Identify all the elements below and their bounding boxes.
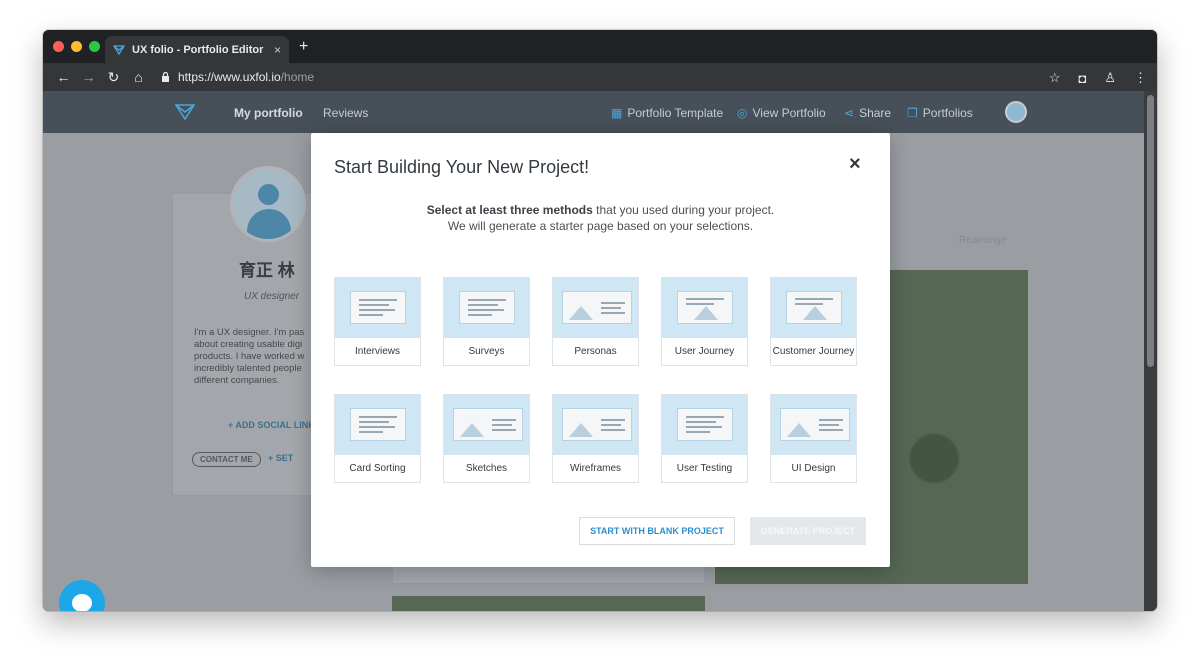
method-card-surveys[interactable]: Surveys [443, 277, 530, 366]
rearrange-button[interactable]: Rearrange [959, 235, 1006, 246]
method-thumbnail [553, 278, 638, 338]
nav-reviews[interactable]: Reviews [323, 106, 368, 120]
profile-role: UX designer [244, 291, 300, 302]
uxfolio-favicon-icon [113, 44, 125, 55]
reload-icon[interactable]: ↻ [101, 69, 126, 86]
page-content: My portfolio Reviews ▦ Portfolio Template… [43, 91, 1144, 611]
address-bar: ← → ↻ ⌂ https://www.uxfol.io/home ☆ ◘ ♙ … [43, 63, 1157, 91]
chat-button[interactable] [59, 580, 105, 611]
method-thumbnail [662, 395, 747, 455]
method-label: Customer Journey [772, 346, 855, 357]
site-navbar: My portfolio Reviews ▦ Portfolio Template… [43, 91, 1144, 133]
nav-my-portfolio[interactable]: My portfolio [234, 106, 303, 120]
method-thumbnail [335, 278, 420, 338]
nav-portfolio-template[interactable]: ▦ Portfolio Template [611, 106, 723, 120]
url-host: https://www.uxfol.io [178, 70, 281, 84]
profile-picture[interactable] [230, 166, 306, 242]
add-social-link-button[interactable]: + ADD SOCIAL LINK [228, 420, 315, 430]
modal-subtitle: Select at least three methods that you u… [311, 202, 890, 234]
method-thumbnail [444, 278, 529, 338]
page-scrollbar[interactable] [1144, 91, 1157, 611]
chat-bubble-icon [72, 594, 92, 611]
method-thumbnail [444, 395, 529, 455]
subtitle-line2: We will generate a starter page based on… [447, 219, 754, 233]
generate-project-button[interactable]: GENERATE PROJECT [750, 517, 866, 545]
tab-title: UX folio - Portfolio Editor [132, 43, 264, 56]
method-card-card-sorting[interactable]: Card Sorting [334, 394, 421, 483]
toolbar-icons: ☆ ◘ ♙ ⋮ [1049, 70, 1147, 86]
method-label: User Journey [674, 346, 735, 357]
method-thumbnail [771, 278, 856, 338]
method-label: Surveys [468, 346, 505, 357]
browser-tab[interactable]: UX folio - Portfolio Editor × [105, 36, 289, 63]
bookmark-star-icon[interactable]: ☆ [1049, 70, 1061, 86]
method-card-user-testing[interactable]: User Testing [661, 394, 748, 483]
eye-icon: ◎ [737, 106, 748, 120]
tab-bar: UX folio - Portfolio Editor × + [43, 30, 1157, 63]
method-card-wireframes[interactable]: Wireframes [552, 394, 639, 483]
method-label: UI Design [791, 463, 836, 474]
back-arrow-icon[interactable]: ← [51, 69, 76, 85]
methods-grid: Interviews Surveys Personas User Journey… [334, 277, 857, 483]
nav-share-label: Share [859, 106, 892, 120]
method-card-interviews[interactable]: Interviews [334, 277, 421, 366]
lock-icon [162, 72, 169, 82]
menu-icon[interactable]: ⋮ [1134, 70, 1147, 86]
method-thumbnail [662, 278, 747, 338]
method-thumbnail [771, 395, 856, 455]
nav-portfolios[interactable]: ❐ Portfolios [907, 106, 973, 120]
close-window-button[interactable] [53, 41, 64, 52]
browser-window: UX folio - Portfolio Editor × + ← → ↻ ⌂ … [43, 30, 1157, 611]
subtitle-bold: Select at least three methods [426, 203, 593, 217]
subtitle-rest: that you used during your project. [592, 203, 775, 217]
method-label: Personas [574, 346, 617, 357]
project-cover-image-2 [392, 596, 705, 611]
method-label: Card Sorting [349, 463, 406, 474]
new-tab-button[interactable]: + [299, 39, 308, 55]
contact-me-button[interactable]: CONTACT ME [192, 452, 261, 467]
nav-view-portfolio[interactable]: ◎ View Portfolio [737, 106, 826, 120]
method-label: Interviews [354, 346, 400, 357]
url-field[interactable]: https://www.uxfol.io/home [161, 70, 314, 84]
profile-bio: I'm a UX designer. I'm pas about creatin… [194, 327, 305, 386]
home-icon[interactable]: ⌂ [126, 69, 151, 85]
method-card-personas[interactable]: Personas [552, 277, 639, 366]
user-avatar[interactable] [1005, 101, 1027, 123]
method-label: User Testing [676, 463, 733, 474]
url-path: /home [280, 70, 315, 84]
nav-portfolios-label: Portfolios [922, 106, 973, 120]
method-label: Sketches [465, 463, 508, 474]
nav-buttons: ← → ↻ ⌂ [51, 69, 151, 86]
close-icon[interactable]: × [849, 153, 861, 176]
uxfolio-logo-icon[interactable] [175, 102, 195, 122]
profile-name: 育正 林 [239, 261, 295, 280]
minimize-window-button[interactable] [71, 41, 82, 52]
extension-icon[interactable]: ♙ [1104, 70, 1116, 86]
method-card-sketches[interactable]: Sketches [443, 394, 530, 483]
share-icon: ⋖ [844, 106, 855, 120]
tab-close-icon[interactable]: × [274, 43, 281, 57]
nav-view-portfolio-label: View Portfolio [752, 106, 826, 120]
nav-portfolio-template-label: Portfolio Template [627, 106, 724, 120]
set-button[interactable]: + SET [268, 453, 293, 463]
maximize-window-button[interactable] [89, 41, 100, 52]
window-controls [53, 41, 100, 52]
forward-arrow-icon[interactable]: → [76, 69, 101, 85]
template-icon: ▦ [611, 106, 623, 120]
new-project-modal: Start Building Your New Project! × Selec… [311, 133, 890, 567]
portfolios-icon: ❐ [907, 106, 918, 120]
start-blank-project-button[interactable]: START WITH BLANK PROJECT [579, 517, 735, 545]
scrollbar-thumb[interactable] [1147, 95, 1154, 367]
method-card-ui-design[interactable]: UI Design [770, 394, 857, 483]
modal-title: Start Building Your New Project! [334, 157, 590, 177]
camera-icon[interactable]: ◘ [1078, 71, 1086, 86]
method-thumbnail [553, 395, 638, 455]
method-card-customer-journey[interactable]: Customer Journey [770, 277, 857, 366]
nav-share[interactable]: ⋖ Share [844, 106, 891, 120]
method-thumbnail [335, 395, 420, 455]
method-label: Wireframes [569, 463, 622, 474]
method-card-user-journey[interactable]: User Journey [661, 277, 748, 366]
